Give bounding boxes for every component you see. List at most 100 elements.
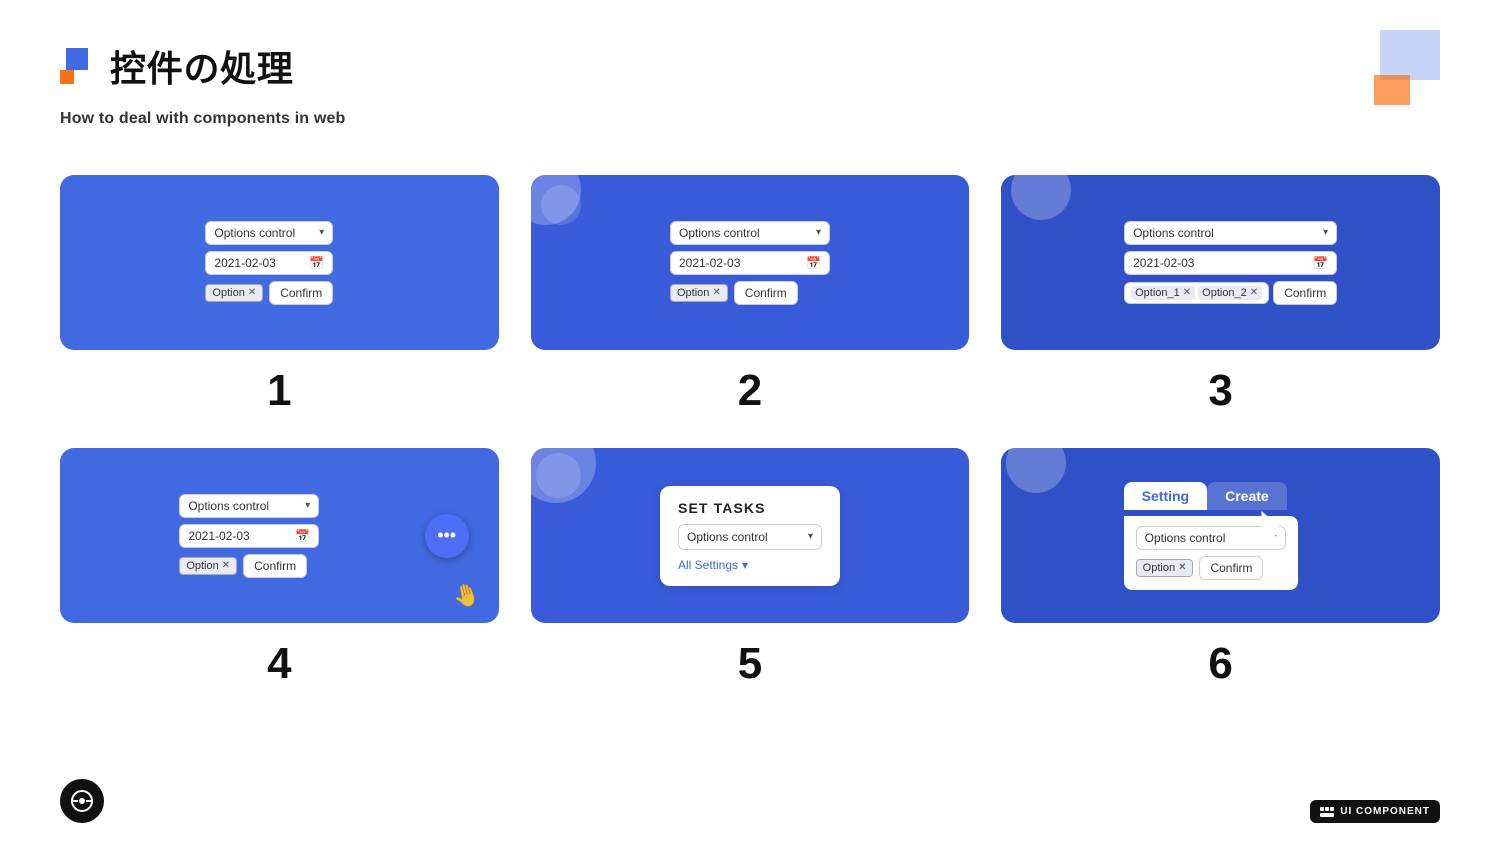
card-wrapper-6: Setting Create Options control ▾ [1001, 448, 1440, 689]
card-1-ui: Options control ▾ 2021-02-03 📅 Option ✕ … [205, 221, 333, 305]
card3-select-label: Options control [1133, 226, 1214, 240]
card3-date[interactable]: 2021-02-03 📅 [1124, 251, 1337, 275]
card2-tag-remove-icon[interactable]: ✕ [712, 287, 720, 298]
card2-select[interactable]: Options control ▾ [670, 221, 830, 245]
card1-select[interactable]: Options control ▾ [205, 221, 333, 245]
card1-date-value: 2021-02-03 [214, 256, 275, 270]
card3-tag2-remove-icon[interactable]: ✕ [1250, 287, 1258, 298]
card1-tag-label: Option [212, 287, 244, 299]
card-3: Options control ▾ 2021-02-03 📅 Option_1 … [1001, 175, 1440, 350]
card-2-content: Options control ▾ 2021-02-03 📅 Option ✕ … [531, 175, 970, 350]
card6-confirm-button[interactable]: Confirm [1199, 556, 1263, 580]
card6-tag-remove-icon[interactable]: ✕ [1178, 562, 1186, 573]
card-wrapper-2: Options control ▾ 2021-02-03 📅 Option ✕ … [531, 175, 970, 416]
card-4-content: Options control ▾ 2021-02-03 📅 Option ✕ … [60, 448, 499, 623]
logo-keyboard-icon [1320, 807, 1334, 817]
card-wrapper-5: SET TASKS Options control ▾ All Settings… [531, 448, 970, 689]
card4-select-label: Options control [188, 499, 269, 513]
card4-tag-label: Option [186, 560, 218, 572]
card6-tab-create-label: Create [1225, 488, 1269, 504]
card3-calendar-icon: 📅 [1313, 256, 1328, 270]
card5-link[interactable]: All Settings ▾ [678, 558, 822, 572]
header-icon [60, 48, 96, 84]
card-wrapper-4: Options control ▾ 2021-02-03 📅 Option ✕ … [60, 448, 499, 689]
card4-date-value: 2021-02-03 [188, 529, 249, 543]
card5-select-label: Options control [687, 530, 768, 544]
logo-right: UI COMPONENT [1310, 800, 1440, 823]
card5-link-label: All Settings [678, 558, 738, 572]
card3-date-value: 2021-02-03 [1133, 256, 1194, 270]
card-6-number: 6 [1208, 639, 1232, 689]
card-1-number: 1 [267, 366, 291, 416]
card-3-number: 3 [1208, 366, 1232, 416]
card-5-content: SET TASKS Options control ▾ All Settings… [531, 448, 970, 623]
card-1: Options control ▾ 2021-02-03 📅 Option ✕ … [60, 175, 499, 350]
card-wrapper-1: Options control ▾ 2021-02-03 📅 Option ✕ … [60, 175, 499, 416]
card1-tag-remove-icon[interactable]: ✕ [248, 287, 256, 298]
card5-link-chevron-icon: ▾ [742, 558, 748, 572]
card3-tag1[interactable]: Option_1 ✕ [1131, 286, 1195, 300]
card6-tab-setting-label: Setting [1142, 488, 1189, 504]
card4-chevron-icon: ▾ [305, 500, 310, 511]
card-2: Options control ▾ 2021-02-03 📅 Option ✕ … [531, 175, 970, 350]
card-4: Options control ▾ 2021-02-03 📅 Option ✕ … [60, 448, 499, 623]
card3-confirm-button[interactable]: Confirm [1273, 281, 1337, 305]
page-subtitle: How to deal with components in web [60, 110, 345, 128]
card6-tab-setting[interactable]: Setting [1124, 482, 1207, 510]
card1-date[interactable]: 2021-02-03 📅 [205, 251, 333, 275]
card4-calendar-icon: 📅 [295, 529, 310, 543]
card2-calendar-icon: 📅 [806, 256, 821, 270]
card-2-number: 2 [738, 366, 762, 416]
card2-chevron-icon: ▾ [816, 227, 821, 238]
logo-left-icon [70, 789, 94, 813]
card-6-content: Setting Create Options control ▾ [1001, 448, 1440, 623]
card-1-content: Options control ▾ 2021-02-03 📅 Option ✕ … [60, 175, 499, 350]
card2-tag-label: Option [677, 287, 709, 299]
card6-panel: Options control ▾ Option ✕ Confirm [1124, 516, 1298, 590]
card-6: Setting Create Options control ▾ [1001, 448, 1440, 623]
card4-select[interactable]: Options control ▾ [179, 494, 319, 518]
card6-select-label: Options control [1145, 531, 1226, 545]
card2-date-value: 2021-02-03 [679, 256, 740, 270]
card3-tag2-label: Option_2 [1202, 287, 1247, 299]
card1-calendar-icon: 📅 [309, 256, 324, 270]
card6-tabs: Setting Create [1124, 482, 1298, 510]
card1-tag[interactable]: Option ✕ [205, 284, 263, 302]
page-title: 控件の処理 [110, 40, 294, 92]
card6-chevron-icon: ▾ [1272, 532, 1277, 543]
card2-date[interactable]: 2021-02-03 📅 [670, 251, 830, 275]
card3-tag1-remove-icon[interactable]: ✕ [1183, 287, 1191, 298]
card3-select[interactable]: Options control ▾ [1124, 221, 1337, 245]
card-5-number: 5 [738, 639, 762, 689]
logo-left [60, 779, 104, 823]
card4-hand-icon: 🤚 [450, 580, 483, 612]
card4-date[interactable]: 2021-02-03 📅 [179, 524, 319, 548]
card4-tag-remove-icon[interactable]: ✕ [222, 560, 230, 571]
card1-confirm-button[interactable]: Confirm [269, 281, 333, 305]
card2-tag[interactable]: Option ✕ [670, 284, 728, 302]
card5-select[interactable]: Options control ▾ [678, 524, 822, 550]
card4-tag[interactable]: Option ✕ [179, 557, 237, 575]
card3-tag1-label: Option_1 [1135, 287, 1180, 299]
card4-confirm-button[interactable]: Confirm [243, 554, 307, 578]
card-3-content: Options control ▾ 2021-02-03 📅 Option_1 … [1001, 175, 1440, 350]
card6-tag[interactable]: Option ✕ [1136, 559, 1194, 577]
card3-tag2[interactable]: Option_2 ✕ [1198, 286, 1262, 300]
card-5-ui: SET TASKS Options control ▾ All Settings… [660, 486, 840, 586]
card1-select-label: Options control [214, 226, 295, 240]
card6-select[interactable]: Options control ▾ [1136, 526, 1286, 550]
logo-right-box: UI COMPONENT [1310, 800, 1440, 823]
card4-dots: ••• [437, 525, 456, 546]
card-2-ui: Options control ▾ 2021-02-03 📅 Option ✕ … [670, 221, 830, 305]
card6-tag-label: Option [1143, 562, 1175, 574]
card5-title: SET TASKS [678, 500, 822, 516]
cards-grid: Options control ▾ 2021-02-03 📅 Option ✕ … [60, 175, 1440, 689]
card-4-number: 4 [267, 639, 291, 689]
card-wrapper-3: Options control ▾ 2021-02-03 📅 Option_1 … [1001, 175, 1440, 416]
card3-chevron-icon: ▾ [1323, 227, 1328, 238]
card6-tab-create[interactable]: Create [1207, 482, 1287, 510]
card2-confirm-button[interactable]: Confirm [734, 281, 798, 305]
logo-right-text: UI COMPONENT [1340, 806, 1430, 817]
header: 控件の処理 [60, 40, 294, 92]
card-3-ui: Options control ▾ 2021-02-03 📅 Option_1 … [1124, 221, 1337, 305]
